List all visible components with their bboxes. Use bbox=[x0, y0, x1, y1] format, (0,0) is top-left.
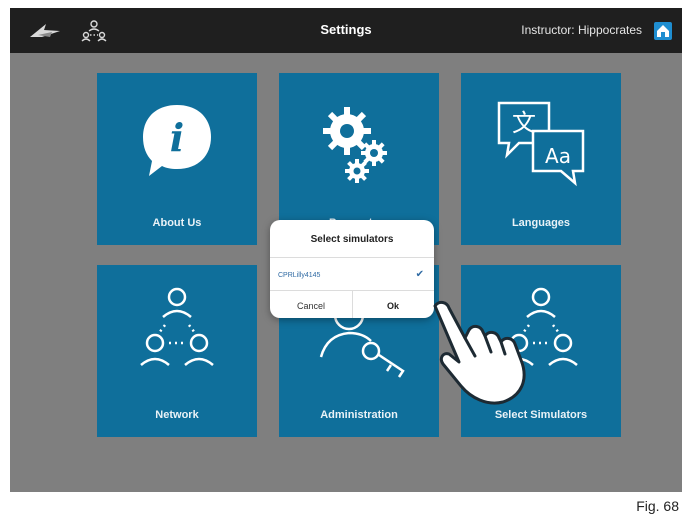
pointing-hand-icon bbox=[433, 300, 526, 405]
dialog-title: Select simulators bbox=[310, 234, 394, 245]
simulator-item[interactable]: CPRLilly4145 bbox=[278, 272, 320, 279]
gears-icon bbox=[323, 107, 387, 183]
svg-text:文: 文 bbox=[512, 109, 536, 137]
top-bar: Settings Instructor: Hippocrates bbox=[10, 8, 682, 53]
tile-label: Languages bbox=[511, 217, 571, 229]
tile-label: About Us bbox=[152, 217, 202, 229]
svg-text:i: i bbox=[170, 115, 184, 160]
ok-button[interactable]: Ok bbox=[352, 301, 434, 311]
tile-label: Administration bbox=[320, 409, 398, 421]
info-bubble-icon: i bbox=[143, 105, 211, 176]
app-screen: Settings Instructor: Hippocrates i About… bbox=[10, 8, 682, 492]
tile-network[interactable]: Network bbox=[97, 265, 257, 437]
divider bbox=[270, 257, 434, 258]
translate-icon: 文 Aa bbox=[497, 101, 585, 187]
tile-label: Network bbox=[155, 409, 199, 421]
tile-about-us[interactable]: i About Us bbox=[97, 73, 257, 245]
tile-languages[interactable]: 文 Aa Languages bbox=[461, 73, 621, 245]
cancel-button[interactable]: Cancel bbox=[270, 301, 352, 311]
instructor-label: Instructor: Hippocrates bbox=[521, 23, 642, 37]
figure-caption: Fig. 68 bbox=[636, 498, 679, 514]
tile-label: Select Simulators bbox=[494, 409, 588, 421]
home-icon[interactable] bbox=[654, 22, 672, 40]
network-nodes-icon bbox=[140, 287, 214, 366]
svg-text:Aa: Aa bbox=[545, 144, 571, 168]
checkmark-icon: ✔ bbox=[415, 269, 424, 280]
select-simulators-dialog: Select simulators CPRLilly4145 ✔ Cancel … bbox=[270, 220, 434, 318]
